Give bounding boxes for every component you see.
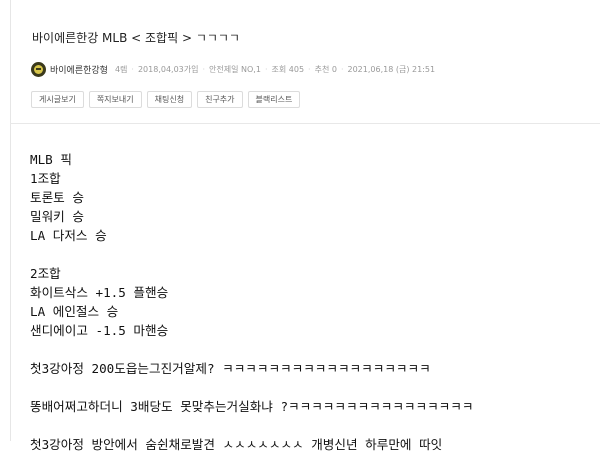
content-line: 첫3강아정 방안에서 숨쉰채로발견 ㅅㅅㅅㅅㅅㅅㅅ 개병신년 하루만에 따잇 [30, 437, 443, 452]
content-line: LA 에인절스 승 [30, 304, 119, 319]
meta-join-date: 2018,04,03가입 [137, 65, 199, 74]
add-friend-button[interactable]: 친구추가 [197, 91, 243, 108]
content-blank-line [30, 416, 598, 435]
meta-date: 2021,06,18 (금) 21:51 [347, 65, 436, 74]
meta-separator: · [264, 65, 268, 74]
send-message-button[interactable]: 쪽지보내기 [88, 91, 142, 108]
post-meta: 바이에른한강형 4렙 · 2018,04,03가입 · 안전제일 NO,1 · … [31, 62, 435, 77]
content-blank-line [30, 340, 598, 359]
meta-views: 조회 405 [271, 65, 305, 74]
post-content: MLB 픽 1조합 토론토 승 밀워키 승 LA 다저스 승 2조합 화이트삭스… [30, 150, 598, 454]
meta-separator: · [308, 65, 311, 74]
content-blank-line [30, 245, 598, 264]
meta-level: 4렙 [114, 65, 128, 74]
author-actions: 게시글보기 쪽지보내기 채팅신청 친구추가 블랙리스트 [31, 91, 301, 108]
meta-separator: · [131, 65, 134, 74]
header-divider [10, 123, 600, 124]
meta-badge: 안전제일 NO,1 [209, 65, 261, 74]
content-line: 똥배어쩌고하더니 3배당도 못맞추는거실화냐 ?ㅋㅋㅋㅋㅋㅋㅋㅋㅋㅋㅋㅋㅋㅋㅋㅋ [30, 399, 474, 414]
author-name[interactable]: 바이에른한강형 [50, 63, 108, 76]
meta-recommend: 추천 0 [314, 65, 337, 74]
content-line: 밀워키 승 [30, 209, 84, 224]
chat-request-button[interactable]: 채팅신청 [146, 91, 193, 108]
post-title: 바이에른한강 MLB < 조합픽 > ㄱㄱㄱㄱ [32, 31, 240, 45]
meta-separator: · [202, 65, 206, 74]
content-line: 샌디에이고 -1.5 마핸승 [30, 323, 169, 338]
content-blank-line [30, 378, 598, 397]
content-line: 2조합 [30, 266, 61, 281]
content-line: LA 다저스 승 [30, 228, 107, 243]
avatar[interactable] [31, 62, 46, 77]
view-posts-button[interactable]: 게시글보기 [31, 91, 84, 108]
content-line: MLB 픽 [30, 152, 72, 167]
content-line: 화이트삭스 +1.5 플핸승 [30, 285, 169, 300]
meta-separator: · [340, 65, 344, 74]
content-line: 토론토 승 [30, 190, 84, 205]
content-line: 1조합 [30, 171, 61, 186]
content-line: 첫3강아정 200도읍는그진거알제? ㅋㅋㅋㅋㅋㅋㅋㅋㅋㅋㅋㅋㅋㅋㅋㅋㅋㅋ [30, 361, 431, 376]
blacklist-button[interactable]: 블랙리스트 [247, 91, 301, 108]
